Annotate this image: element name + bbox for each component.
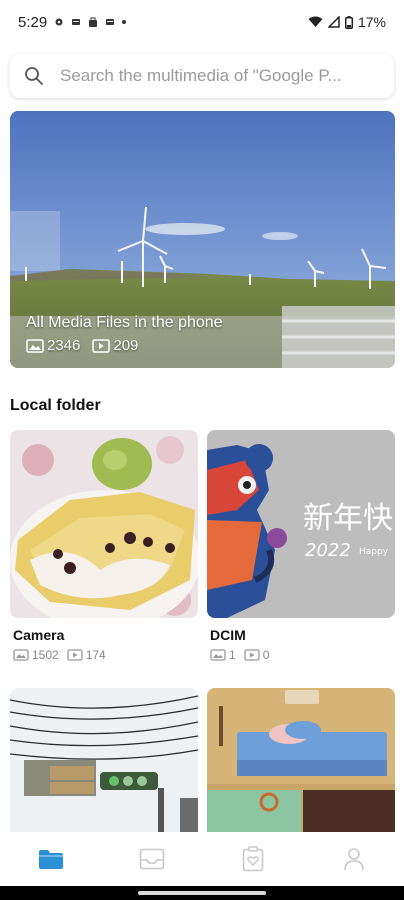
person-icon: [343, 848, 364, 871]
all-media-title: All Media Files in the phone: [26, 314, 223, 331]
folder-thumbnail: 新年快 2022 Happy: [207, 430, 395, 618]
inbox-icon: [139, 848, 164, 870]
video-icon: [67, 649, 83, 661]
video-count: 0: [262, 648, 270, 662]
notification-dot-icon: [122, 20, 127, 24]
section-title-local-folder: Local folder: [10, 397, 101, 414]
notification-app-icon: [72, 19, 81, 25]
wifi-icon: [308, 16, 323, 27]
bottom-navigation: [0, 832, 404, 886]
all-media-counts: 2346 209: [26, 337, 150, 354]
status-time: 5:29: [18, 13, 48, 31]
nav-inbox[interactable]: [122, 837, 182, 881]
folder-thumbnail: [10, 430, 198, 618]
image-count: 1502: [32, 648, 59, 662]
notification-gear-icon: [55, 18, 63, 26]
battery-icon: [344, 15, 353, 29]
battery-percent: 17%: [357, 14, 386, 30]
video-icon: [244, 649, 260, 661]
folder-thumbnail: [10, 688, 198, 832]
video-count: 174: [85, 648, 106, 662]
notification-app2-icon: [106, 19, 115, 25]
video-count: 209: [113, 337, 139, 354]
search-bar[interactable]: [10, 54, 394, 98]
street-thumbnail-image: [10, 688, 198, 832]
image-count: 1: [229, 648, 236, 662]
folder-card[interactable]: [207, 688, 395, 832]
folder-thumbnail: [207, 688, 395, 832]
folder-name: Camera: [13, 627, 65, 643]
search-icon: [25, 67, 43, 85]
search-input[interactable]: [60, 66, 370, 86]
status-bar: 5:29 17%: [0, 0, 404, 44]
folder-name: DCIM: [210, 627, 246, 643]
nav-folder[interactable]: [21, 837, 81, 881]
nav-favorites[interactable]: [223, 837, 283, 881]
clipboard-heart-icon: [242, 846, 263, 872]
image-count: 2346: [47, 337, 81, 354]
all-media-card[interactable]: All Media Files in the phone 2346 209: [10, 111, 395, 368]
camera-thumbnail-image: [10, 430, 198, 618]
gesture-handle[interactable]: [138, 891, 266, 895]
dcim-thumbnail-image: 新年快 2022 Happy: [207, 430, 395, 618]
video-icon: [92, 338, 111, 353]
folder-card-dcim[interactable]: 新年快 2022 Happy DCIM 1 0: [207, 430, 395, 662]
signal-icon: [327, 16, 340, 28]
image-icon: [26, 338, 44, 353]
thumb-text-2: 2022: [305, 540, 351, 561]
image-icon: [13, 649, 29, 661]
nav-profile[interactable]: [324, 837, 384, 881]
image-icon: [210, 649, 226, 661]
folder-card[interactable]: [10, 688, 198, 832]
folder-counts: 1502 174: [13, 648, 198, 662]
folder-counts: 1 0: [210, 648, 395, 662]
folder-icon: [38, 850, 63, 869]
notification-bag-icon: [89, 17, 98, 27]
folder-card-camera[interactable]: Camera 1502 174: [10, 430, 198, 662]
bedroom-thumbnail-image: [207, 688, 395, 832]
thumb-text-3: Happy: [359, 547, 389, 557]
thumb-text-1: 新年快: [303, 501, 393, 536]
